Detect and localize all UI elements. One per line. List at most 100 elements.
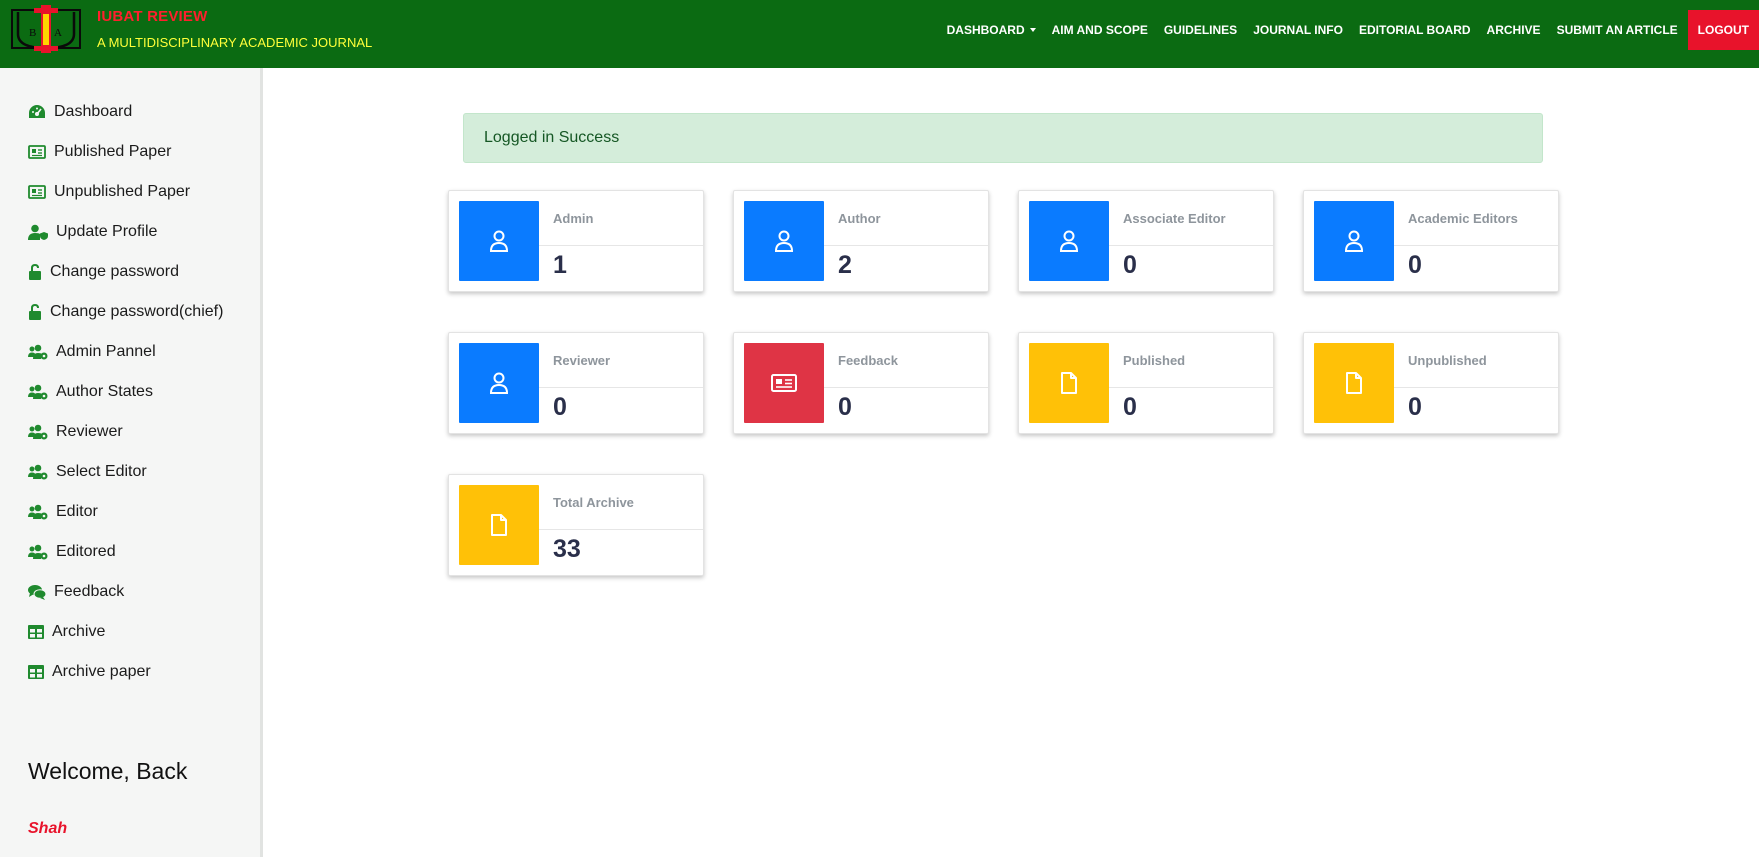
nav-submit-article[interactable]: SUBMIT AN ARTICLE	[1549, 10, 1686, 50]
sidebar-item-update-profile[interactable]: Update Profile	[28, 223, 157, 241]
sidebar-item-archive[interactable]: Archive	[28, 623, 105, 641]
stat-divider	[824, 245, 988, 246]
sidebar-item-admin-pannel[interactable]: Admin Pannel	[28, 343, 156, 361]
stat-card-admin[interactable]: Admin 1	[448, 190, 704, 292]
user-icon	[1344, 230, 1364, 252]
stat-card-unpublished[interactable]: Unpublished 0	[1303, 332, 1559, 434]
stat-divider	[1109, 245, 1273, 246]
nav-dashboard[interactable]: DASHBOARD	[939, 10, 1044, 50]
sidebar-item-editored[interactable]: Editored	[28, 543, 116, 561]
stat-divider	[539, 245, 703, 246]
stat-label: Unpublished	[1408, 353, 1487, 368]
stat-label: Admin	[553, 211, 594, 226]
user-icon	[774, 230, 794, 252]
svg-text:A: A	[54, 27, 62, 39]
nav-journal-info[interactable]: JOURNAL INFO	[1245, 10, 1351, 50]
stat-divider	[1394, 245, 1558, 246]
stat-icon-box	[1314, 343, 1394, 423]
top-navbar: B A IUBAT REVIEW A MULTIDISCIPLINARY ACA…	[0, 0, 1759, 68]
sidebar: Dashboard Published Paper Unpublished Pa…	[0, 68, 263, 857]
brand-title[interactable]: IUBAT REVIEW	[97, 8, 207, 25]
stat-divider	[824, 387, 988, 388]
stat-value: 0	[1123, 251, 1137, 279]
stat-value: 0	[1123, 393, 1137, 421]
tachometer-icon	[29, 105, 45, 118]
stat-card-published[interactable]: Published 0	[1018, 332, 1274, 434]
sidebar-item-select-editor[interactable]: Select Editor	[28, 463, 147, 481]
success-alert: Logged in Success	[463, 113, 1543, 163]
caret-down-icon	[1029, 28, 1036, 32]
file-icon	[1346, 372, 1362, 394]
users-cog-icon	[28, 464, 48, 480]
sidebar-item-unpublished-paper[interactable]: Unpublished Paper	[28, 183, 190, 201]
users-cog-icon	[28, 384, 48, 400]
file-icon	[1061, 372, 1077, 394]
user-icon	[489, 372, 509, 394]
stat-card-reviewer[interactable]: Reviewer 0	[448, 332, 704, 434]
users-cog-icon	[28, 504, 48, 520]
iubat-logo[interactable]: B A	[10, 4, 82, 54]
stat-icon-box	[459, 485, 539, 565]
stat-icon-box	[744, 201, 824, 281]
lock-open-icon	[29, 264, 41, 280]
newspaper-icon	[28, 185, 46, 199]
stat-label: Author	[838, 211, 881, 226]
sidebar-item-feedback[interactable]: Feedback	[28, 583, 124, 601]
users-cog-icon	[28, 544, 48, 560]
sidebar-item-archive-paper[interactable]: Archive paper	[28, 663, 151, 681]
users-cog-icon	[28, 344, 48, 360]
newspaper-icon	[28, 145, 46, 159]
stat-label: Feedback	[838, 353, 898, 368]
stat-value: 1	[553, 251, 567, 279]
stat-divider	[539, 529, 703, 530]
username: Shah	[28, 820, 68, 837]
stat-card-academic-editors[interactable]: Academic Editors 0	[1303, 190, 1559, 292]
stat-card-feedback[interactable]: Feedback 0	[733, 332, 989, 434]
sidebar-item-dashboard[interactable]: Dashboard	[28, 103, 132, 121]
nav-aim-and-scope[interactable]: AIM AND SCOPE	[1044, 10, 1156, 50]
stat-icon-box	[1029, 343, 1109, 423]
table-icon	[28, 665, 44, 679]
newspaper-icon	[771, 374, 797, 392]
users-cog-icon	[28, 424, 48, 440]
welcome-heading: Welcome, Back	[28, 758, 188, 784]
stat-card-author[interactable]: Author 2	[733, 190, 989, 292]
stat-icon-box	[1314, 201, 1394, 281]
main-nav: DASHBOARD AIM AND SCOPE GUIDELINES JOURN…	[939, 10, 1759, 50]
stat-value: 33	[553, 535, 581, 563]
lock-open-icon	[29, 304, 41, 320]
stat-value: 2	[838, 251, 852, 279]
brand-subtitle: A MULTIDISCIPLINARY ACADEMIC JOURNAL	[97, 35, 373, 50]
stat-icon-box	[1029, 201, 1109, 281]
sidebar-item-change-password[interactable]: Change password	[28, 263, 179, 281]
stat-value: 0	[553, 393, 567, 421]
stat-value: 0	[838, 393, 852, 421]
sidebar-item-change-password-chief[interactable]: Change password(chief)	[28, 303, 223, 321]
stat-value: 0	[1408, 251, 1422, 279]
sidebar-item-published-paper[interactable]: Published Paper	[28, 143, 171, 161]
table-icon	[28, 625, 44, 639]
user-icon	[1059, 230, 1079, 252]
stat-divider	[539, 387, 703, 388]
sidebar-item-reviewer[interactable]: Reviewer	[28, 423, 123, 441]
svg-text:B: B	[29, 27, 36, 39]
sidebar-item-author-states[interactable]: Author States	[28, 383, 153, 401]
user-icon	[489, 230, 509, 252]
stat-icon-box	[459, 201, 539, 281]
stat-card-associate-editor[interactable]: Associate Editor 0	[1018, 190, 1274, 292]
file-icon	[491, 514, 507, 536]
logout-button[interactable]: LOGOUT	[1687, 10, 1759, 50]
stat-card-total-archive[interactable]: Total Archive 33	[448, 474, 704, 576]
comments-icon	[28, 585, 46, 600]
user-shield-icon	[28, 224, 48, 240]
sidebar-item-editor[interactable]: Editor	[28, 503, 98, 521]
nav-archive[interactable]: ARCHIVE	[1479, 10, 1549, 50]
nav-editorial-board[interactable]: EDITORIAL BOARD	[1351, 10, 1479, 50]
stat-label: Associate Editor	[1123, 211, 1226, 226]
nav-guidelines[interactable]: GUIDELINES	[1156, 10, 1245, 50]
stat-label: Published	[1123, 353, 1186, 368]
stat-label: Reviewer	[553, 353, 611, 368]
stat-icon-box	[744, 343, 824, 423]
stat-icon-box	[459, 343, 539, 423]
stat-value: 0	[1408, 393, 1422, 421]
